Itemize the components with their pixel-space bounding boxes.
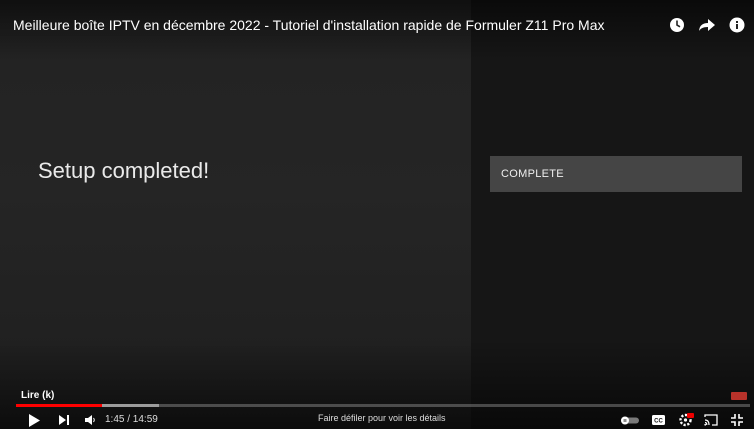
channel-watermark bbox=[731, 392, 747, 400]
video-player[interactable]: Setup completed! COMPLETE Meilleure boît… bbox=[0, 0, 754, 429]
svg-text:CC: CC bbox=[654, 418, 663, 424]
settings-icon[interactable] bbox=[678, 411, 694, 429]
clock-icon[interactable] bbox=[668, 16, 686, 34]
top-icon-bar bbox=[668, 16, 746, 34]
volume-icon[interactable] bbox=[83, 411, 97, 429]
chevron-down-icon[interactable] bbox=[380, 424, 386, 429]
progress-played bbox=[16, 404, 102, 407]
time-display: 1:45 / 14:59 bbox=[105, 414, 158, 425]
info-icon[interactable] bbox=[728, 16, 746, 34]
scroll-hint[interactable]: Faire défiler pour voir les détails bbox=[318, 413, 446, 423]
play-icon[interactable] bbox=[27, 411, 41, 429]
complete-button-label: COMPLETE bbox=[501, 168, 564, 180]
video-title[interactable]: Meilleure boîte IPTV en décembre 2022 - … bbox=[13, 17, 604, 33]
play-tooltip: Lire (k) bbox=[21, 390, 55, 401]
setup-completed-text: Setup completed! bbox=[38, 158, 210, 183]
subtitles-icon[interactable]: CC bbox=[651, 411, 665, 429]
share-icon[interactable] bbox=[698, 16, 716, 34]
exit-fullscreen-icon[interactable] bbox=[730, 411, 744, 429]
autoplay-toggle-icon[interactable] bbox=[620, 411, 640, 429]
cast-icon[interactable] bbox=[703, 411, 719, 429]
progress-bar[interactable] bbox=[16, 404, 750, 407]
complete-button: COMPLETE bbox=[490, 156, 742, 192]
next-icon[interactable] bbox=[57, 411, 71, 429]
